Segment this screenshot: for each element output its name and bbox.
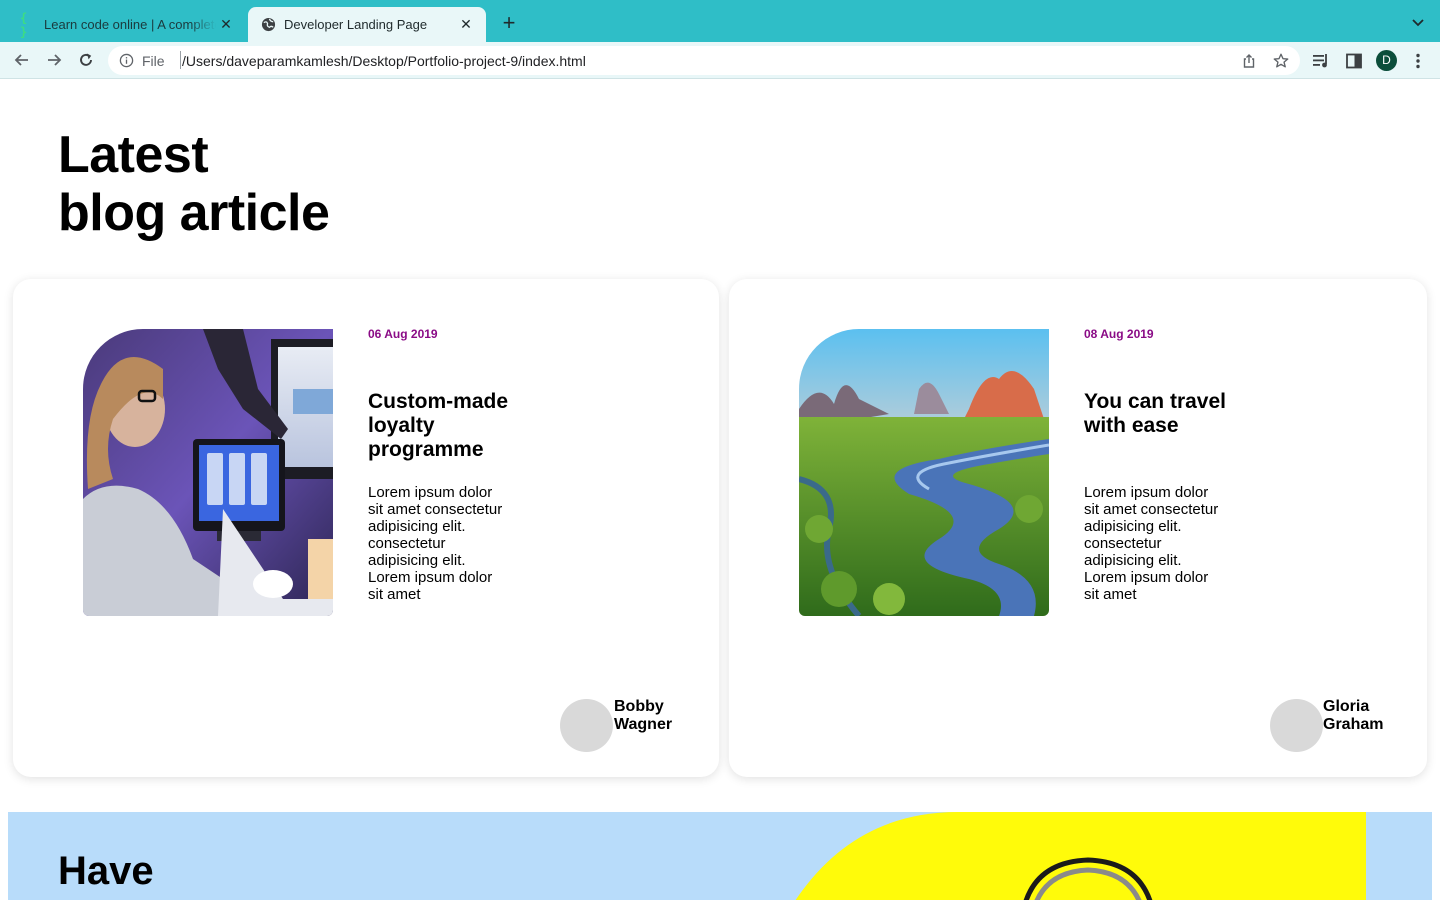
article-excerpt: Lorem ipsum dolor sit amet consectetur a… [1084, 484, 1219, 603]
address-bar[interactable]: File /Users/daveparamkamlesh/Desktop/Por… [108, 46, 1300, 75]
media-queue-icon[interactable] [1311, 51, 1331, 71]
yellow-arch-image [768, 812, 1366, 900]
heading-line-2: blog article [58, 184, 330, 242]
address-url[interactable]: /Users/daveparamkamlesh/Desktop/Portfoli… [182, 53, 586, 69]
share-icon[interactable] [1241, 53, 1257, 69]
tab-strip: { } Learn code online | A complete ✕ Dev… [0, 0, 1440, 42]
forward-arrow-icon[interactable] [44, 50, 64, 70]
chevron-down-icon[interactable] [1410, 14, 1426, 30]
close-tab-icon[interactable]: ✕ [218, 16, 234, 32]
contact-section: Have [8, 812, 1432, 900]
tab-developer-landing-page[interactable]: Developer Landing Page ✕ [248, 7, 486, 42]
article-excerpt: Lorem ipsum dolor sit amet consectetur a… [368, 484, 503, 603]
bookmark-star-icon[interactable] [1272, 52, 1290, 70]
developer-at-monitors-photo [83, 329, 333, 616]
river-landscape-photo [799, 329, 1049, 616]
address-divider [180, 51, 181, 69]
reload-icon[interactable] [76, 50, 96, 70]
article-date: 06 Aug 2019 [368, 327, 438, 341]
tab-learn-code[interactable]: { } Learn code online | A complete ✕ [8, 7, 246, 42]
author-avatar [560, 699, 613, 752]
heading-line-1: Latest [58, 126, 209, 184]
new-tab-button[interactable]: + [498, 12, 520, 35]
globe-icon [260, 17, 276, 33]
article-title[interactable]: Custom-made loyalty programme [368, 390, 528, 462]
author-name: Bobby Wagner [614, 698, 673, 733]
tab-title: Developer Landing Page [284, 17, 428, 32]
blog-card[interactable]: 08 Aug 2019 You can travel with ease Lor… [729, 279, 1427, 777]
blog-card[interactable]: 06 Aug 2019 Custom-made loyalty programm… [13, 279, 719, 777]
article-title[interactable]: You can travel with ease [1084, 390, 1244, 438]
author-name: Gloria Graham [1323, 698, 1384, 733]
address-scheme-label: File [142, 53, 165, 69]
author-avatar [1270, 699, 1323, 752]
back-arrow-icon[interactable] [12, 50, 32, 70]
section-heading: Latest blog article [58, 126, 330, 242]
contact-heading: Have [58, 849, 154, 893]
side-panel-icon[interactable] [1344, 51, 1364, 71]
kebab-menu-icon[interactable] [1408, 51, 1428, 71]
profile-avatar[interactable]: D [1376, 50, 1397, 71]
web-page: Latest blog article 06 Aug 2019 Custom-m… [0, 80, 1440, 900]
close-tab-icon[interactable]: ✕ [458, 16, 474, 32]
info-icon[interactable] [119, 53, 134, 68]
browser-toolbar: File /Users/daveparamkamlesh/Desktop/Por… [0, 42, 1440, 79]
braces-icon: { } [20, 10, 28, 39]
article-date: 08 Aug 2019 [1084, 327, 1154, 341]
tab-title: Learn code online | A complete [44, 17, 216, 32]
